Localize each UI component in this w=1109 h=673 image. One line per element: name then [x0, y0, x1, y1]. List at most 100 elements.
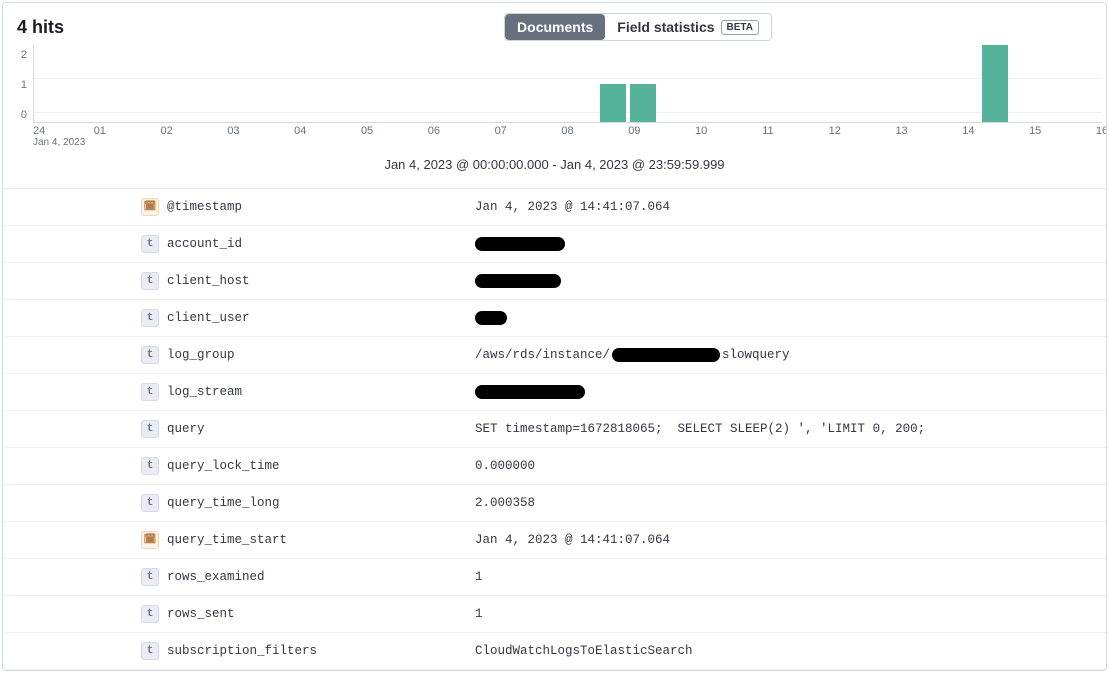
field-row[interactable]: t query_time_long 2.000358 [3, 485, 1106, 522]
x-tick: 07 [495, 125, 507, 137]
field-row[interactable]: t log_group/aws/rds/instance/slowquery [3, 337, 1106, 374]
text-field-icon: t [141, 605, 159, 623]
field-row[interactable]: 🗓@timestampJan 4, 2023 @ 14:41:07.064 [3, 189, 1106, 226]
field-value: 2.000358 [475, 496, 1106, 510]
text-field-icon: t [141, 383, 159, 401]
redacted-value [475, 274, 561, 288]
field-name-cell: t log_group [25, 346, 475, 364]
hits-summary: 4 hits [17, 17, 64, 38]
redacted-value [475, 385, 585, 399]
plot-area[interactable] [33, 45, 1102, 123]
text-field-icon: t [141, 568, 159, 586]
y-tick: 2 [21, 49, 27, 61]
text-field-icon: t [141, 420, 159, 438]
field-value: SET timestamp=1672818065; SELECT SLEEP(2… [475, 422, 1106, 436]
field-name-cell: 🗓 query_time_start [25, 531, 475, 549]
x-tick: 08 [561, 125, 573, 137]
field-value [475, 311, 1106, 325]
field-value: CloudWatchLogsToElasticSearch [475, 644, 1106, 658]
field-name: client_host [167, 274, 250, 288]
x-tick: 10 [695, 125, 707, 137]
x-tick: 14 [962, 125, 974, 137]
x-tick: 04 [294, 125, 306, 137]
header-row: 4 hits Documents Field statistics BETA [3, 3, 1106, 45]
x-tick: 06 [428, 125, 440, 137]
field-name-cell: t query_lock_time [25, 457, 475, 475]
field-name: query_lock_time [167, 459, 280, 473]
x-tick: 11 [762, 125, 773, 137]
x-tick: 13 [895, 125, 907, 137]
field-name: client_user [167, 311, 250, 325]
field-row[interactable]: tquerySET timestamp=1672818065; SELECT S… [3, 411, 1106, 448]
field-value: 1 [475, 607, 1106, 621]
text-field-icon: t [141, 235, 159, 253]
redacted-value [612, 348, 720, 362]
x-tick: 03 [227, 125, 239, 137]
redacted-value [475, 311, 507, 325]
document-fields-table: 🗓@timestampJan 4, 2023 @ 14:41:07.064tac… [3, 188, 1106, 670]
field-name-cell: t subscription_filters [25, 642, 475, 660]
x-tick: 15 [1029, 125, 1041, 137]
discover-panel: 4 hits Documents Field statistics BETA 2… [2, 2, 1107, 671]
text-field-icon: t [141, 272, 159, 290]
field-row[interactable]: tquery_lock_time0.000000 [3, 448, 1106, 485]
field-value: /aws/rds/instance/slowquery [475, 348, 1106, 362]
field-name-cell: t log_stream [25, 383, 475, 401]
field-row[interactable]: 🗓query_time_startJan 4, 2023 @ 14:41:07.… [3, 522, 1106, 559]
text-field-icon: t [141, 494, 159, 512]
date-field-icon: 🗓 [141, 531, 159, 549]
field-value: 1 [475, 570, 1106, 584]
y-axis: 210 [3, 45, 33, 123]
field-value [475, 237, 1106, 251]
view-toggle-group: Documents Field statistics BETA [504, 13, 772, 41]
x-axis: 2401020304050607080910111213141516Jan 4,… [33, 123, 1102, 153]
text-field-icon: t [141, 346, 159, 364]
field-value [475, 385, 1106, 399]
text-field-icon: t [141, 457, 159, 475]
histogram-chart: 210 2401020304050607080910111213141516Ja… [3, 45, 1106, 153]
x-tick: 05 [361, 125, 373, 137]
plot-wrap: 2401020304050607080910111213141516Jan 4,… [33, 45, 1102, 153]
field-value: Jan 4, 2023 @ 14:41:07.064 [475, 200, 1106, 214]
field-name-cell: t query_time_long [25, 494, 475, 512]
field-name: query [167, 422, 205, 436]
field-name: log_group [167, 348, 235, 362]
field-name: query_time_long [167, 496, 280, 510]
field-name-cell: 🗓@timestamp [25, 198, 475, 216]
field-row[interactable]: t subscription_filters CloudWatchLogsToEla… [3, 633, 1106, 670]
y-tick: 1 [21, 79, 27, 91]
field-value [475, 274, 1106, 288]
field-name: subscription_filters [167, 644, 317, 658]
field-name: account_id [167, 237, 242, 251]
x-axis-sublabel: Jan 4, 2023 [33, 137, 85, 148]
field-row[interactable]: t rows_examined 1 [3, 559, 1106, 596]
field-row[interactable]: t rows_sent 1 [3, 596, 1106, 633]
field-name-cell: t client_host [25, 272, 475, 290]
histogram-bar[interactable] [630, 84, 656, 123]
redacted-value [475, 237, 565, 251]
x-tick: 02 [161, 125, 173, 137]
x-tick: 24 [33, 125, 45, 137]
field-name-cell: t rows_sent [25, 605, 475, 623]
field-row[interactable]: t client_host [3, 263, 1106, 300]
field-row[interactable]: t account_id [3, 226, 1106, 263]
documents-toggle[interactable]: Documents [505, 14, 605, 40]
field-name-cell: t account_id [25, 235, 475, 253]
beta-badge: BETA [721, 20, 759, 35]
field-row[interactable]: tclient_user [3, 300, 1106, 337]
field-name: query_time_start [167, 533, 287, 547]
field-name: rows_sent [167, 607, 235, 621]
field-row[interactable]: t log_stream [3, 374, 1106, 411]
x-tick: 01 [94, 125, 106, 137]
histogram-bar[interactable] [982, 45, 1008, 122]
field-name: rows_examined [167, 570, 265, 584]
text-field-icon: t [141, 642, 159, 660]
field-name-cell: tclient_user [25, 309, 475, 327]
field-name-cell: t rows_examined [25, 568, 475, 586]
x-tick: 16 [1096, 125, 1107, 137]
field-name: log_stream [167, 385, 242, 399]
histogram-bar[interactable] [600, 84, 626, 123]
field-name-cell: tquery [25, 420, 475, 438]
field-statistics-toggle[interactable]: Field statistics BETA [605, 14, 771, 40]
date-field-icon: 🗓 [141, 198, 159, 216]
